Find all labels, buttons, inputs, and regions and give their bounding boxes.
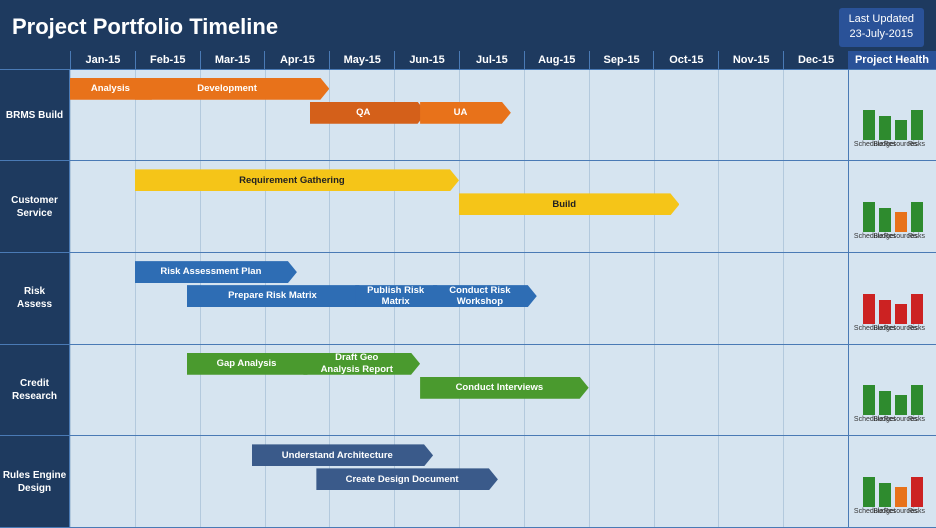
row-label-text: BRMS Build xyxy=(6,109,63,122)
month-label: May-15 xyxy=(329,51,394,69)
health-bar: Resources xyxy=(894,304,908,332)
timeline-bar: Requirement Gathering xyxy=(135,169,459,191)
timeline-bar: Create Design Document xyxy=(316,468,498,490)
timeline-bar: Development xyxy=(135,78,330,100)
timeline-bar: Draft GeoAnalysis Report xyxy=(303,353,420,375)
health-bar: Resources xyxy=(894,395,908,423)
timeline-bar: Conduct RiskWorkshop xyxy=(433,285,537,307)
health-bar: Resources xyxy=(894,212,908,240)
health-bar: Risks xyxy=(910,110,924,148)
row-health: ScheduleBudgetResourcesRisks xyxy=(848,253,936,344)
month-label: Dec-15 xyxy=(783,51,848,69)
project-row: CustomerService Requirement GatheringBuil… xyxy=(0,161,936,253)
row-label: Rules EngineDesign xyxy=(0,436,70,527)
row-health: ScheduleBudgetResourcesRisks xyxy=(848,70,936,161)
row-content: Gap AnalysisDraft GeoAnalysis ReportCond… xyxy=(70,345,848,436)
row-label: CustomerService xyxy=(0,161,70,252)
project-row: CreditResearch Gap AnalysisDraft GeoAnaly… xyxy=(0,345,936,437)
timeline-main: BRMS BuildAnalysisDevelopmentQAUASchedul… xyxy=(0,70,936,528)
month-label: Jul-15 xyxy=(459,51,524,69)
row-label-text: CustomerService xyxy=(11,194,58,220)
month-label: Jan-15 xyxy=(70,51,135,69)
row-health: ScheduleBudgetResourcesRisks xyxy=(848,161,936,252)
health-bar: Risks xyxy=(910,385,924,423)
row-label: BRMS Build xyxy=(0,70,70,161)
row-content: Requirement GatheringBuild xyxy=(70,161,848,252)
row-label-text: CreditResearch xyxy=(12,377,57,403)
timeline-bar: UA xyxy=(420,102,511,124)
month-label: Oct-15 xyxy=(653,51,718,69)
timeline-bar: Understand Architecture xyxy=(252,444,434,466)
timeline-bar: Build xyxy=(459,193,679,215)
row-health: ScheduleBudgetResourcesRisks xyxy=(848,345,936,436)
timeline-bar: QA xyxy=(310,102,427,124)
months-row: Jan-15Feb-15Mar-15Apr-15May-15Jun-15Jul-… xyxy=(0,51,936,70)
timeline-bar: Risk Assessment Plan xyxy=(135,261,297,283)
row-label-text: Rules EngineDesign xyxy=(3,469,66,495)
row-content: AnalysisDevelopmentQAUA xyxy=(70,70,848,161)
health-bar: Resources xyxy=(894,487,908,515)
row-health: ScheduleBudgetResourcesRisks xyxy=(848,436,936,527)
project-row: BRMS Build AnalysisDevelopmentQAUASchedul… xyxy=(0,70,936,162)
main-container: Project Portfolio Timeline Last Updated … xyxy=(0,0,936,528)
timeline-bar: Publish RiskMatrix xyxy=(355,285,446,307)
project-row: Rules EngineDesignUnderstand Architectur… xyxy=(0,436,936,528)
row-label: RiskAssess xyxy=(0,253,70,344)
month-label: Sep-15 xyxy=(589,51,654,69)
month-label: Nov-15 xyxy=(718,51,783,69)
month-label: Apr-15 xyxy=(264,51,329,69)
row-label: CreditResearch xyxy=(0,345,70,436)
month-label: Aug-15 xyxy=(524,51,589,69)
timeline-bar: Prepare Risk Matrix xyxy=(187,285,369,307)
month-label: Feb-15 xyxy=(135,51,200,69)
project-row: RiskAssess Risk Assessment PlanPrepare Ri… xyxy=(0,253,936,345)
health-bar: Resources xyxy=(894,120,908,148)
timeline-area: BRMS BuildAnalysisDevelopmentQAUASchedul… xyxy=(0,70,936,528)
row-content: Understand ArchitectureCreate Design Doc… xyxy=(70,436,848,527)
timeline-bar: Gap Analysis xyxy=(187,353,317,375)
health-bar: Risks xyxy=(910,294,924,332)
month-label: Jun-15 xyxy=(394,51,459,69)
row-label-text: RiskAssess xyxy=(17,285,52,311)
health-bar: Risks xyxy=(910,477,924,515)
last-updated: Last Updated 23-July-2015 xyxy=(839,8,924,47)
header: Project Portfolio Timeline Last Updated … xyxy=(0,0,936,51)
timeline-bar: Conduct Interviews xyxy=(420,377,589,399)
row-content: Risk Assessment PlanPrepare Risk MatrixP… xyxy=(70,253,848,344)
month-label: Mar-15 xyxy=(200,51,265,69)
project-health-header: Project Health xyxy=(848,51,936,69)
page-title: Project Portfolio Timeline xyxy=(12,14,839,40)
health-bar: Risks xyxy=(910,202,924,240)
